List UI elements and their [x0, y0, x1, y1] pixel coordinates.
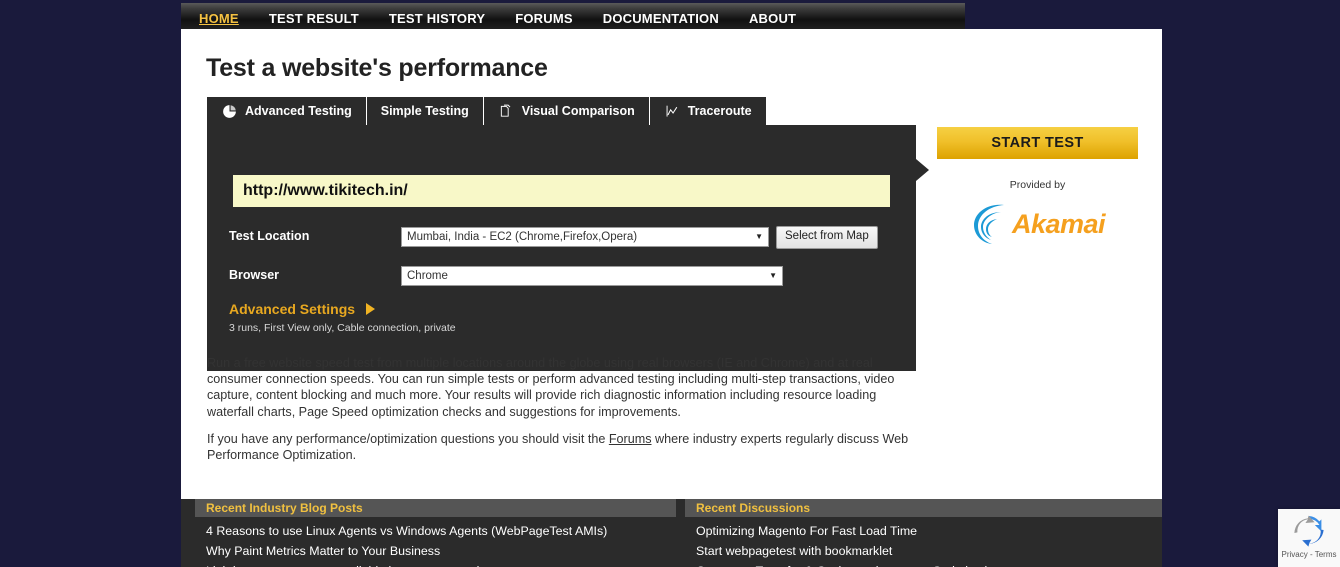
recaptcha-badge[interactable]: Privacy - Terms: [1278, 509, 1340, 567]
advanced-settings-label: Advanced Settings: [229, 301, 356, 317]
nav-item-test-history[interactable]: TEST HISTORY: [389, 11, 485, 26]
nav-item-documentation[interactable]: DOCUMENTATION: [603, 11, 719, 26]
recent-discussions-column: Recent Discussions Optimizing Magento Fo…: [685, 499, 1162, 567]
list-item[interactable]: Start webpagetest with bookmarklet: [696, 541, 1162, 561]
chevron-down-icon: ▼: [755, 232, 763, 241]
tab-simple-testing-label: Simple Testing: [380, 104, 469, 118]
forums-paragraph-before: If you have any performance/optimization…: [207, 432, 609, 446]
browser-select[interactable]: Chrome ▼: [401, 266, 783, 286]
recaptcha-icon: [1294, 515, 1324, 547]
test-configuration-panel: Test Location Mumbai, India - EC2 (Chrom…: [207, 125, 916, 371]
nav-item-home[interactable]: HOME: [199, 11, 239, 26]
list-item[interactable]: Why Paint Metrics Matter to Your Busines…: [206, 541, 676, 561]
content-page: Test a website's performance Advanced Te…: [181, 29, 1162, 499]
pages-icon: [498, 103, 515, 120]
forums-link[interactable]: Forums: [609, 432, 652, 446]
testing-mode-tabs: Advanced Testing Simple Testing Visual C…: [207, 97, 766, 125]
list-item[interactable]: Compress Transfer & Cache static content…: [696, 561, 1162, 567]
browser-value: Chrome: [407, 270, 448, 282]
pie-chart-icon: [221, 103, 238, 120]
advanced-settings-summary: 3 runs, First View only, Cable connectio…: [229, 322, 456, 334]
tab-visual-comparison[interactable]: Visual Comparison: [483, 97, 650, 125]
intro-paragraph: Run a free website speed test from multi…: [207, 356, 895, 419]
recent-blog-posts-heading: Recent Industry Blog Posts: [195, 499, 676, 517]
list-item[interactable]: Lighthouse scores now available in your …: [206, 561, 676, 567]
recaptcha-privacy-terms[interactable]: Privacy - Terms: [1278, 550, 1340, 559]
triangle-right-icon: [366, 303, 376, 315]
start-test-button[interactable]: START TEST: [937, 127, 1138, 159]
recent-blog-posts-column: Recent Industry Blog Posts 4 Reasons to …: [195, 499, 676, 567]
tab-visual-comparison-label: Visual Comparison: [521, 104, 635, 118]
provided-by-label: Provided by: [1009, 179, 1066, 191]
line-chart-icon: [664, 103, 681, 120]
chevron-down-icon: ▼: [769, 271, 777, 280]
tab-simple-testing[interactable]: Simple Testing: [366, 97, 484, 125]
list-item[interactable]: Optimizing Magento For Fast Load Time: [696, 521, 1162, 541]
recent-discussions-heading: Recent Discussions: [685, 499, 1162, 517]
tab-traceroute-label: Traceroute: [687, 104, 752, 118]
advanced-settings-toggle[interactable]: Advanced Settings: [229, 301, 376, 317]
nav-item-about[interactable]: ABOUT: [749, 11, 796, 26]
test-location-select[interactable]: Mumbai, India - EC2 (Chrome,Firefox,Oper…: [401, 227, 769, 247]
nav-item-forums[interactable]: FORUMS: [515, 11, 573, 26]
tab-advanced-testing-label: Advanced Testing: [245, 104, 352, 118]
footer-lists: Recent Industry Blog Posts 4 Reasons to …: [181, 499, 1162, 567]
select-from-map-button[interactable]: Select from Map: [776, 226, 878, 249]
recent-discussions-list: Optimizing Magento For Fast Load Time St…: [685, 517, 1162, 567]
tab-advanced-testing[interactable]: Advanced Testing: [207, 97, 367, 125]
url-input[interactable]: [233, 175, 890, 207]
page-title: Test a website's performance: [206, 54, 548, 82]
nav-item-test-result[interactable]: TEST RESULT: [269, 11, 359, 26]
list-item[interactable]: 4 Reasons to use Linux Agents vs Windows…: [206, 521, 676, 541]
tab-traceroute[interactable]: Traceroute: [649, 97, 766, 125]
akamai-logo: Akamai: [937, 197, 1138, 251]
test-location-label: Test Location: [229, 229, 310, 243]
app-root: HOME TEST RESULT TEST HISTORY FORUMS DOC…: [0, 0, 1340, 567]
panel-pointer-arrow: [916, 159, 929, 181]
akamai-swoosh-icon: [973, 204, 1004, 244]
forums-paragraph: If you have any performance/optimization…: [207, 431, 916, 463]
akamai-wordmark: Akamai: [1011, 208, 1106, 239]
test-location-value: Mumbai, India - EC2 (Chrome,Firefox,Oper…: [407, 231, 638, 243]
recent-blog-posts-list: 4 Reasons to use Linux Agents vs Windows…: [195, 517, 676, 567]
browser-label: Browser: [229, 268, 280, 282]
